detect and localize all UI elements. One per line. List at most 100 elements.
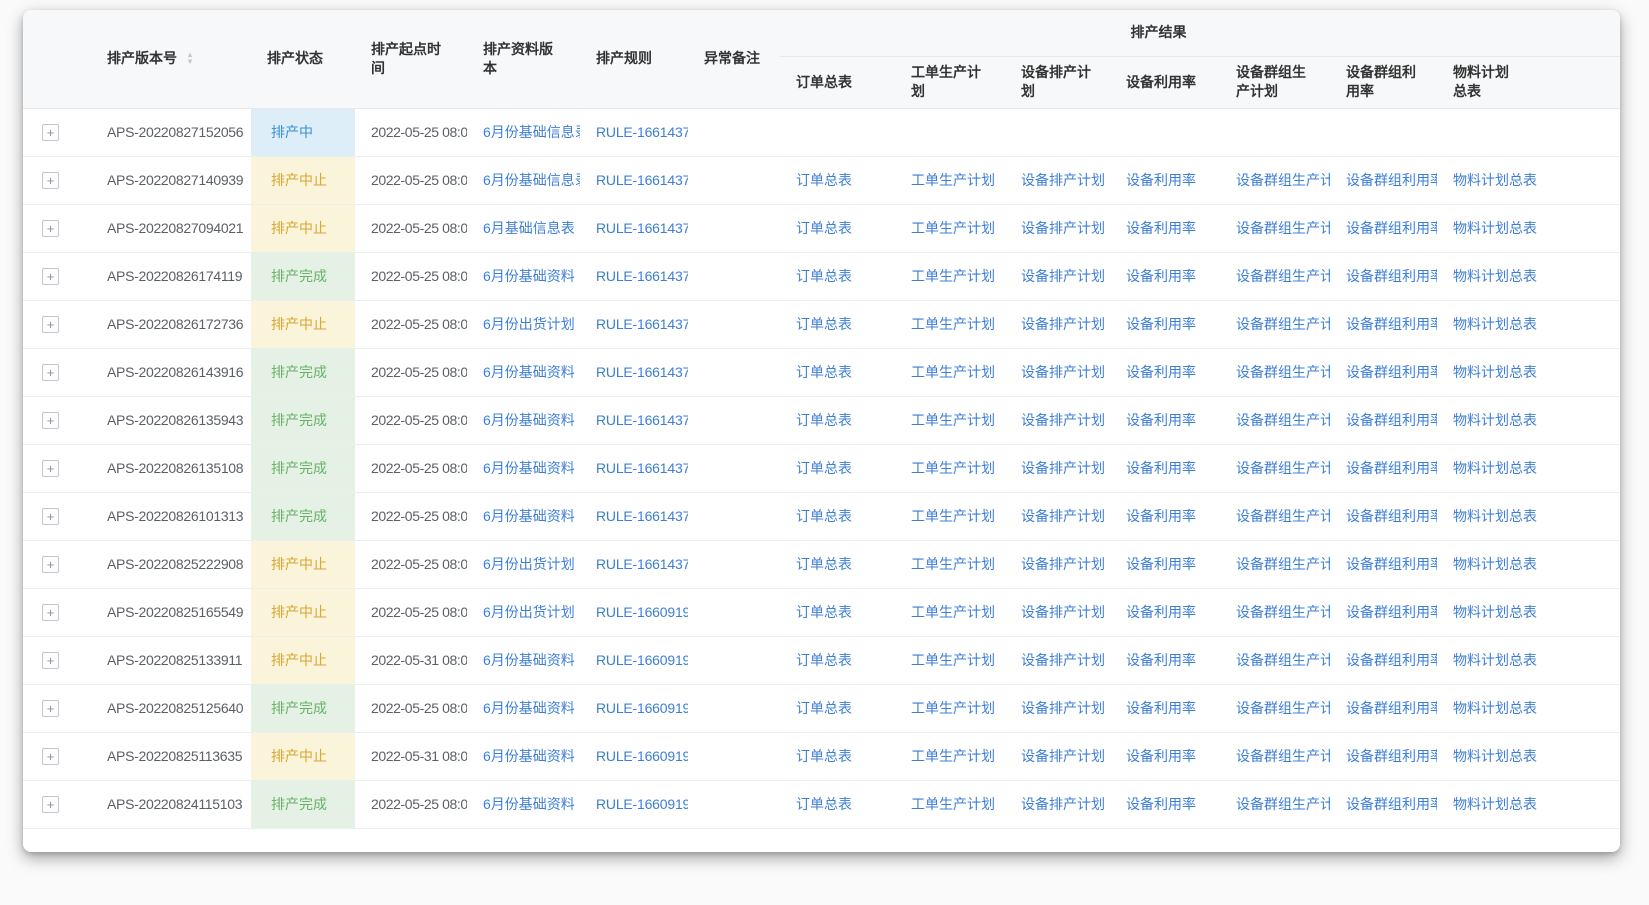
column-header-version[interactable]: 排产版本号▲▼ bbox=[91, 10, 251, 108]
result-link[interactable]: 物料计划总表 bbox=[1453, 172, 1537, 188]
result-link[interactable]: 设备排产计划 bbox=[1021, 268, 1105, 284]
result-link[interactable]: 设备排产计划 bbox=[1021, 652, 1105, 668]
result-link[interactable]: 工单生产计划 bbox=[911, 172, 995, 188]
rule-link[interactable]: RULE-166143771 bbox=[596, 268, 688, 284]
data-version-link[interactable]: 6月份基础信息录 bbox=[483, 124, 580, 140]
result-link[interactable]: 设备利用率 bbox=[1126, 172, 1196, 188]
result-link[interactable]: 工单生产计划 bbox=[911, 316, 995, 332]
result-link[interactable]: 设备排产计划 bbox=[1021, 460, 1105, 476]
result-link[interactable]: 设备群组利用率 bbox=[1346, 268, 1437, 284]
result-link[interactable]: 设备群组生产计划 bbox=[1236, 748, 1330, 764]
result-link[interactable]: 设备群组生产计划 bbox=[1236, 268, 1330, 284]
result-link[interactable]: 设备排产计划 bbox=[1021, 556, 1105, 572]
result-link[interactable]: 设备利用率 bbox=[1126, 316, 1196, 332]
expand-row-icon[interactable]: + bbox=[42, 508, 59, 525]
result-link[interactable]: 设备利用率 bbox=[1126, 748, 1196, 764]
rule-link[interactable]: RULE-166143771 bbox=[596, 460, 688, 476]
result-link[interactable]: 设备群组生产计划 bbox=[1236, 460, 1330, 476]
result-link[interactable]: 订单总表 bbox=[796, 412, 852, 428]
result-link[interactable]: 工单生产计划 bbox=[911, 604, 995, 620]
result-link[interactable]: 设备利用率 bbox=[1126, 700, 1196, 716]
result-link[interactable]: 物料计划总表 bbox=[1453, 412, 1537, 428]
result-link[interactable]: 设备利用率 bbox=[1126, 556, 1196, 572]
data-version-link[interactable]: 6月份出货计划 bbox=[483, 604, 575, 620]
sort-icon[interactable]: ▲▼ bbox=[186, 51, 194, 65]
data-version-link[interactable]: 6月份出货计划 bbox=[483, 556, 575, 572]
expand-row-icon[interactable]: + bbox=[42, 124, 59, 141]
result-link[interactable]: 设备利用率 bbox=[1126, 604, 1196, 620]
result-link[interactable]: 设备利用率 bbox=[1126, 796, 1196, 812]
result-link[interactable]: 设备群组利用率 bbox=[1346, 604, 1437, 620]
expand-row-icon[interactable]: + bbox=[42, 364, 59, 381]
result-link[interactable]: 设备利用率 bbox=[1126, 364, 1196, 380]
result-link[interactable]: 设备群组利用率 bbox=[1346, 364, 1437, 380]
result-link[interactable]: 工单生产计划 bbox=[911, 652, 995, 668]
expand-row-icon[interactable]: + bbox=[42, 460, 59, 477]
result-link[interactable]: 设备群组生产计划 bbox=[1236, 412, 1330, 428]
result-link[interactable]: 订单总表 bbox=[796, 316, 852, 332]
result-link[interactable]: 物料计划总表 bbox=[1453, 700, 1537, 716]
rule-link[interactable]: RULE-166143771 bbox=[596, 508, 688, 524]
result-link[interactable]: 订单总表 bbox=[796, 364, 852, 380]
result-link[interactable]: 订单总表 bbox=[796, 700, 852, 716]
result-link[interactable]: 设备群组利用率 bbox=[1346, 700, 1437, 716]
expand-row-icon[interactable]: + bbox=[42, 604, 59, 621]
data-version-link[interactable]: 6月份出货计划 bbox=[483, 316, 575, 332]
result-link[interactable]: 工单生产计划 bbox=[911, 700, 995, 716]
result-link[interactable]: 设备利用率 bbox=[1126, 460, 1196, 476]
result-link[interactable]: 设备排产计划 bbox=[1021, 604, 1105, 620]
data-version-link[interactable]: 6月基础信息表 bbox=[483, 220, 575, 236]
result-link[interactable]: 物料计划总表 bbox=[1453, 220, 1537, 236]
result-link[interactable]: 订单总表 bbox=[796, 460, 852, 476]
data-version-link[interactable]: 6月份基础资料 bbox=[483, 700, 575, 716]
result-link[interactable]: 设备排产计划 bbox=[1021, 748, 1105, 764]
result-link[interactable]: 设备群组生产计划 bbox=[1236, 364, 1330, 380]
result-link[interactable]: 物料计划总表 bbox=[1453, 316, 1537, 332]
result-link[interactable]: 订单总表 bbox=[796, 268, 852, 284]
result-link[interactable]: 订单总表 bbox=[796, 556, 852, 572]
data-version-link[interactable]: 6月份基础资料 bbox=[483, 748, 575, 764]
result-link[interactable]: 工单生产计划 bbox=[911, 556, 995, 572]
result-link[interactable]: 设备群组利用率 bbox=[1346, 220, 1437, 236]
rule-link[interactable]: RULE-166143771 bbox=[596, 556, 688, 572]
result-link[interactable]: 订单总表 bbox=[796, 220, 852, 236]
result-link[interactable]: 设备排产计划 bbox=[1021, 364, 1105, 380]
sort-descending-icon[interactable]: ▼ bbox=[186, 58, 194, 65]
data-version-link[interactable]: 6月份基础资料 bbox=[483, 412, 575, 428]
result-link[interactable]: 物料计划总表 bbox=[1453, 364, 1537, 380]
result-link[interactable]: 设备群组利用率 bbox=[1346, 748, 1437, 764]
rule-link[interactable]: RULE-166143771 bbox=[596, 124, 688, 140]
rule-link[interactable]: RULE-166091998 bbox=[596, 652, 688, 668]
result-link[interactable]: 设备群组生产计划 bbox=[1236, 508, 1330, 524]
rule-link[interactable]: RULE-166143771 bbox=[596, 316, 688, 332]
result-link[interactable]: 订单总表 bbox=[796, 604, 852, 620]
result-link[interactable]: 订单总表 bbox=[796, 796, 852, 812]
result-link[interactable]: 工单生产计划 bbox=[911, 796, 995, 812]
data-version-link[interactable]: 6月份基础信息录 bbox=[483, 172, 580, 188]
rule-link[interactable]: RULE-166091998 bbox=[596, 700, 688, 716]
result-link[interactable]: 设备群组利用率 bbox=[1346, 508, 1437, 524]
result-link[interactable]: 设备排产计划 bbox=[1021, 508, 1105, 524]
expand-row-icon[interactable]: + bbox=[42, 220, 59, 237]
result-link[interactable]: 设备群组生产计划 bbox=[1236, 556, 1330, 572]
data-version-link[interactable]: 6月份基础资料 bbox=[483, 508, 575, 524]
result-link[interactable]: 设备利用率 bbox=[1126, 508, 1196, 524]
expand-row-icon[interactable]: + bbox=[42, 268, 59, 285]
result-link[interactable]: 设备群组生产计划 bbox=[1236, 652, 1330, 668]
rule-link[interactable]: RULE-166091998 bbox=[596, 748, 688, 764]
result-link[interactable]: 设备群组生产计划 bbox=[1236, 220, 1330, 236]
result-link[interactable]: 设备群组利用率 bbox=[1346, 412, 1437, 428]
result-link[interactable]: 设备群组利用率 bbox=[1346, 172, 1437, 188]
result-link[interactable]: 设备排产计划 bbox=[1021, 700, 1105, 716]
result-link[interactable]: 设备排产计划 bbox=[1021, 172, 1105, 188]
result-link[interactable]: 订单总表 bbox=[796, 652, 852, 668]
rule-link[interactable]: RULE-166143771 bbox=[596, 412, 688, 428]
rule-link[interactable]: RULE-166143771 bbox=[596, 172, 688, 188]
expand-row-icon[interactable]: + bbox=[42, 748, 59, 765]
result-link[interactable]: 设备利用率 bbox=[1126, 412, 1196, 428]
result-link[interactable]: 设备群组利用率 bbox=[1346, 652, 1437, 668]
result-link[interactable]: 工单生产计划 bbox=[911, 460, 995, 476]
data-version-link[interactable]: 6月份基础资料 bbox=[483, 652, 575, 668]
result-link[interactable]: 工单生产计划 bbox=[911, 748, 995, 764]
result-link[interactable]: 设备群组利用率 bbox=[1346, 796, 1437, 812]
